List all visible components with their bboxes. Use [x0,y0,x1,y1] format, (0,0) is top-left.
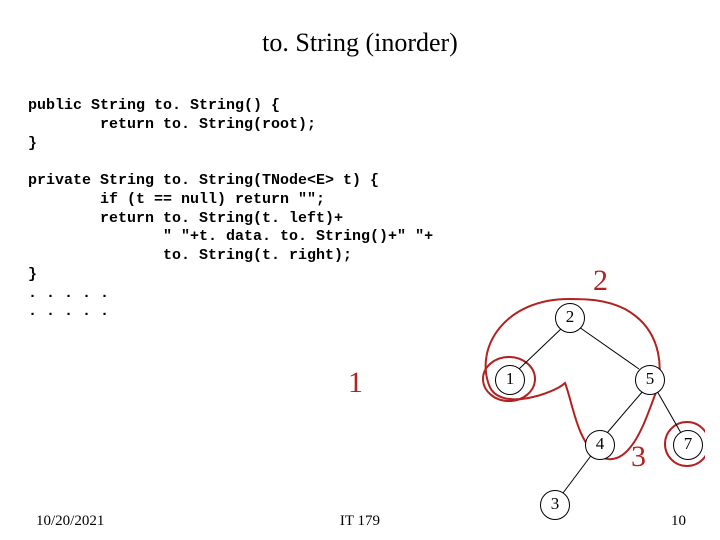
binary-tree-diagram: 2 1 5 4 7 3 [415,295,705,515]
group-label-1: 1 [348,366,363,400]
tree-node-2: 2 [555,303,585,333]
tree-node-7: 7 [673,430,703,460]
tree-node-1: 1 [495,365,525,395]
footer-page: 10 [671,513,686,530]
page-title: to. String (inorder) [0,28,720,58]
tree-node-5: 5 [635,365,665,395]
tree-node-4: 4 [585,430,615,460]
footer-center: IT 179 [0,513,720,530]
code-block: public String to. String() { return to. … [28,97,433,322]
group-label-2: 2 [593,264,608,298]
